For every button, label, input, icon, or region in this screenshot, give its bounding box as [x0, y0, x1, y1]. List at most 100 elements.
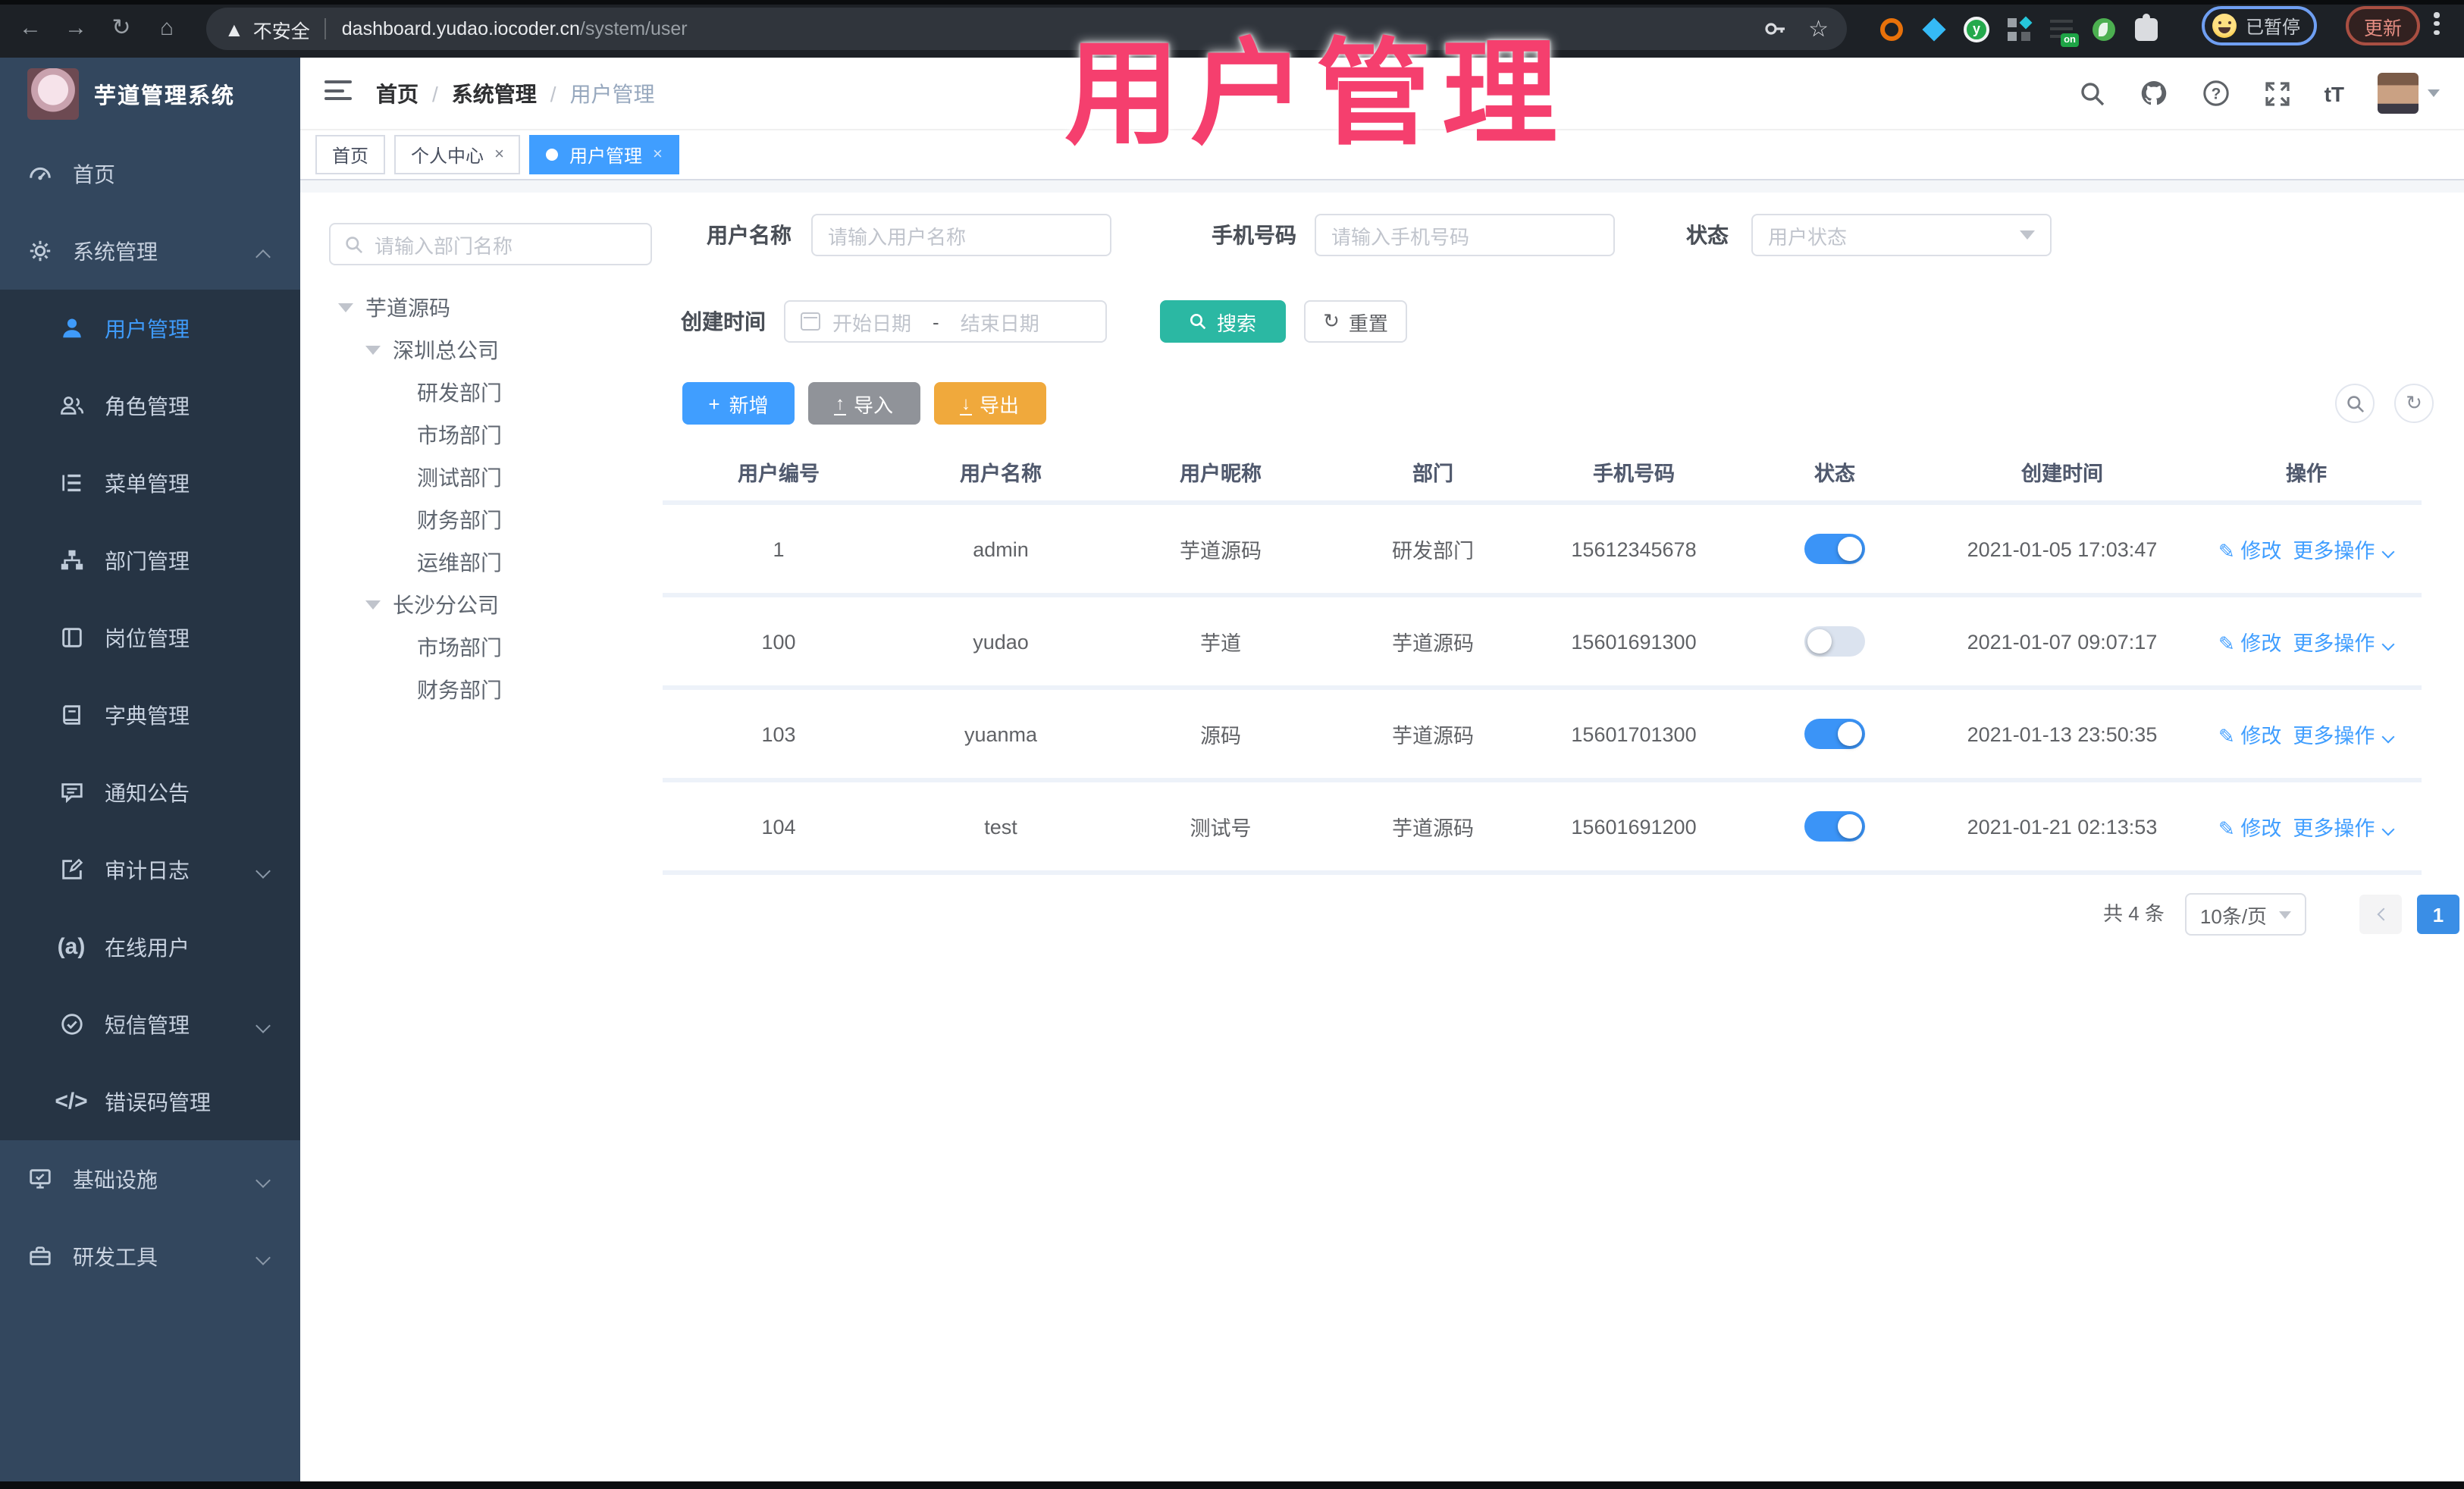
toggle-search-button[interactable] [2335, 384, 2375, 423]
address-bar[interactable]: ▲ 不安全 dashboard.yudao.iocoder.cn /system… [206, 8, 1847, 50]
reset-button[interactable]: ↻ 重置 [1304, 300, 1407, 343]
tree-node[interactable]: 财务部门 [329, 499, 663, 541]
extension-gem-icon[interactable] [1922, 17, 1946, 41]
browser-menu-icon[interactable] [2434, 9, 2440, 42]
tab-close-icon[interactable]: × [494, 146, 504, 164]
fullscreen-icon[interactable] [2264, 80, 2291, 107]
col-header-username: 用户名称 [960, 462, 1042, 485]
extensions-puzzle-icon[interactable] [2135, 13, 2158, 40]
breadcrumb: 首页 / 系统管理 / 用户管理 [376, 58, 655, 129]
sidebar-item-online-users[interactable]: (a) 在线用户 [0, 908, 300, 986]
sidebar-item-posts[interactable]: 岗位管理 [0, 599, 300, 676]
extension-grid-icon[interactable] [2008, 15, 2033, 40]
status-toggle[interactable] [1804, 811, 1865, 842]
extension-leaf-icon[interactable] [2093, 17, 2115, 40]
username-input[interactable]: 请输入用户名称 [811, 214, 1111, 256]
caret-down-icon[interactable] [365, 346, 381, 355]
password-key-icon[interactable] [1763, 17, 1787, 41]
export-button[interactable]: ↓ 导出 [934, 382, 1046, 425]
status-toggle[interactable] [1804, 719, 1865, 749]
breadcrumb-current: 用户管理 [569, 81, 655, 105]
sidebar-item-roles[interactable]: 角色管理 [0, 367, 300, 444]
edit-link[interactable]: 修改 [2240, 725, 2281, 748]
browser-update-button[interactable]: 更新 [2346, 6, 2421, 45]
tab-user-management[interactable]: 用户管理 × [529, 135, 679, 174]
dept-search-input[interactable]: 请输入部门名称 [329, 223, 652, 265]
extension-green-icon[interactable]: y [1964, 16, 1989, 42]
tree-node[interactable]: 芋道源码 [329, 287, 663, 329]
tree-node[interactable]: 运维部门 [329, 541, 663, 584]
edit-link[interactable]: 修改 [2240, 632, 2281, 655]
app-logo[interactable]: 芋道管理系统 [0, 58, 300, 130]
more-actions-link[interactable]: 更多操作 [2293, 540, 2375, 563]
home-icon[interactable]: ⌂ [149, 11, 185, 47]
sidebar-item-label: 通知公告 [105, 780, 190, 804]
divider [324, 18, 327, 39]
caret-down-icon[interactable] [338, 303, 353, 312]
sidebar-item-system[interactable]: 系统管理 [0, 212, 300, 290]
cell-mobile: 15601701300 [1571, 723, 1697, 745]
breadcrumb-home[interactable]: 首页 [376, 78, 419, 108]
date-range-picker[interactable]: 开始日期 - 结束日期 [784, 300, 1107, 343]
page-number-current[interactable]: 1 [2417, 895, 2459, 934]
header-search-icon[interactable] [2079, 80, 2106, 107]
caret-down-icon[interactable] [365, 600, 381, 610]
back-icon[interactable]: ← [12, 11, 49, 47]
forward-icon[interactable]: → [58, 11, 94, 47]
extension-list-icon[interactable]: on [2050, 17, 2079, 46]
sidebar-item-dev-tools[interactable]: 研发工具 [0, 1218, 300, 1295]
tree-node[interactable]: 测试部门 [329, 456, 663, 499]
add-button[interactable]: + 新增 [682, 382, 795, 425]
mobile-input[interactable]: 请输入手机号码 [1315, 214, 1615, 256]
user-avatar[interactable] [2378, 73, 2440, 114]
chevron-down-icon [258, 1252, 270, 1264]
status-toggle[interactable] [1804, 534, 1865, 564]
page-size-label: 10条/页 [2199, 904, 2268, 927]
import-button[interactable]: ↑ 导入 [808, 382, 920, 425]
sidebar-item-notice[interactable]: 通知公告 [0, 754, 300, 831]
prev-page-button[interactable] [2359, 895, 2402, 934]
sidebar-toggle-icon[interactable] [324, 80, 352, 105]
sidebar-item-label: 菜单管理 [105, 471, 190, 495]
sidebar-item-menus[interactable]: 菜单管理 [0, 444, 300, 522]
reload-icon[interactable]: ↻ [103, 11, 140, 47]
sidebar-item-sms[interactable]: 短信管理 [0, 986, 300, 1063]
edit-link[interactable]: 修改 [2240, 817, 2281, 840]
tab-close-icon[interactable]: × [653, 146, 663, 164]
search-button[interactable]: 搜索 [1160, 300, 1286, 343]
cell-nickname: 源码 [1200, 725, 1241, 748]
status-select[interactable]: 用户状态 [1751, 214, 2052, 256]
tree-node[interactable]: 深圳总公司 [329, 329, 663, 371]
tree-node[interactable]: 长沙分公司 [329, 584, 663, 626]
help-icon[interactable]: ? [2202, 79, 2230, 108]
sidebar-item-home[interactable]: 首页 [0, 135, 300, 212]
page-size-select[interactable]: 10条/页 [2185, 893, 2306, 936]
cell-username: yudao [973, 630, 1029, 653]
sidebar-item-audit-log[interactable]: 审计日志 [0, 831, 300, 908]
tab-home[interactable]: 首页 [315, 135, 386, 174]
tab-profile[interactable]: 个人中心 × [394, 135, 521, 174]
sidebar-item-label: 在线用户 [105, 935, 190, 959]
edit-link[interactable]: 修改 [2240, 540, 2281, 563]
breadcrumb-system[interactable]: 系统管理 [452, 78, 537, 108]
sidebar-item-users[interactable]: 用户管理 [0, 290, 300, 367]
github-icon[interactable] [2140, 79, 2168, 108]
tree-node[interactable]: 市场部门 [329, 626, 663, 669]
sidebar-item-depts[interactable]: 部门管理 [0, 522, 300, 599]
refresh-table-button[interactable]: ↻ [2394, 384, 2434, 423]
paused-extension-button[interactable]: 已暂停 [2202, 6, 2318, 45]
sidebar-item-error-codes[interactable]: </> 错误码管理 [0, 1063, 300, 1140]
sidebar-item-infrastructure[interactable]: 基础设施 [0, 1140, 300, 1218]
tree-node[interactable]: 市场部门 [329, 414, 663, 456]
more-actions-link[interactable]: 更多操作 [2293, 632, 2375, 655]
search-icon [1190, 314, 1207, 330]
font-size-icon[interactable]: tT [2324, 81, 2344, 105]
extension-orange-icon[interactable] [1880, 17, 1903, 40]
status-toggle[interactable] [1804, 626, 1865, 657]
more-actions-link[interactable]: 更多操作 [2293, 817, 2375, 840]
more-actions-link[interactable]: 更多操作 [2293, 725, 2375, 748]
sidebar-item-dict[interactable]: 字典管理 [0, 676, 300, 754]
tree-node[interactable]: 财务部门 [329, 669, 663, 711]
bookmark-star-icon[interactable]: ☆ [1808, 15, 1829, 42]
tree-node[interactable]: 研发部门 [329, 371, 663, 414]
